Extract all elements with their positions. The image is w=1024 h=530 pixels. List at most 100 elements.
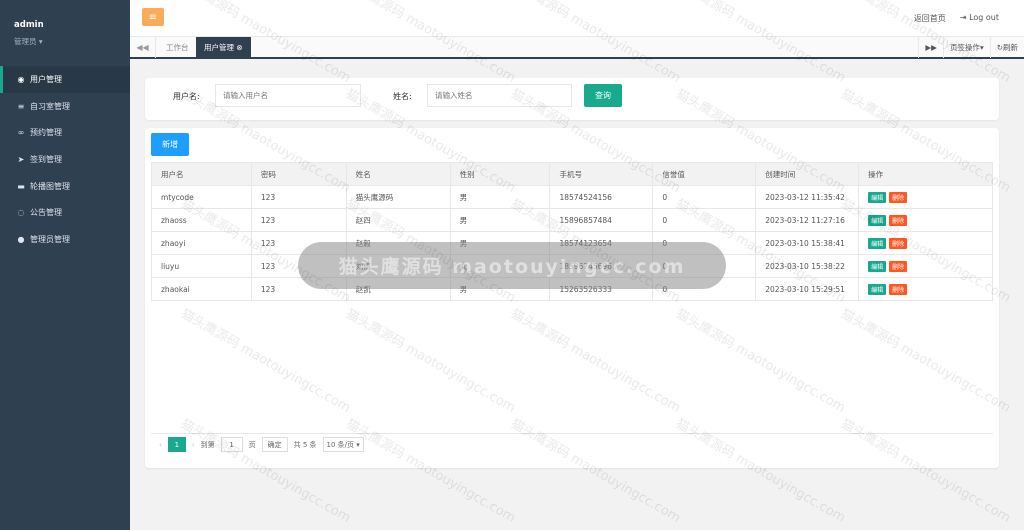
edit-button[interactable]: 编辑: [868, 260, 887, 272]
table-cell: 赵四: [345, 208, 451, 232]
sidebar-item-5[interactable]: ◌ 公告管理: [0, 199, 130, 226]
table-cell: 2023-03-12 11:27:16: [755, 208, 860, 232]
page-size-select[interactable]: 10 条/页 ▾: [322, 437, 364, 452]
tab-workbench[interactable]: 工作台: [158, 37, 197, 58]
table-row: mtycode 123 猫头鹰源码男 18574524156 0 2023-03-12 1…: [151, 185, 993, 209]
table-cell: zhaoss: [151, 208, 252, 232]
user-role-dropdown[interactable]: 管理员 ▾: [14, 36, 116, 47]
page-size-label: 10 条/页: [326, 440, 355, 449]
delete-button[interactable]: 删除: [889, 214, 908, 226]
edit-button[interactable]: 编辑: [868, 237, 887, 249]
delete-button[interactable]: 删除: [889, 283, 908, 295]
search-card: 用户名: 姓名: 查询: [145, 78, 999, 120]
column-header: 操作: [858, 162, 993, 186]
user-name: admin: [14, 20, 44, 30]
pagination: ‹ 1 › 到第 1 页 确定 共 5 条 10 条/页 ▾: [159, 437, 364, 452]
logout-label: Log out: [969, 13, 999, 22]
close-tab-icon[interactable]: ⊗: [236, 43, 242, 52]
column-header: 信誉值: [652, 162, 757, 186]
table-cell: zhaoyi: [151, 231, 252, 255]
goto-confirm-button[interactable]: 确定: [261, 437, 288, 452]
watermark-banner: 猫头鹰源码 maotouyingcc.com: [298, 242, 726, 289]
menu-toggle-button[interactable]: ≡: [142, 8, 164, 26]
sidebar-item-0[interactable]: ◉ 用户管理: [0, 66, 130, 93]
total-count: 共 5 条: [293, 440, 317, 449]
refresh-button[interactable]: ↻ 刷新: [989, 37, 1024, 58]
edit-button[interactable]: 编辑: [868, 214, 887, 226]
table-cell: mtycode: [151, 185, 252, 209]
delete-button[interactable]: 删除: [889, 191, 908, 203]
sidebar-item-3[interactable]: ➤ 签到管理: [0, 146, 130, 173]
table-cell: 2023-03-10 15:38:41: [755, 231, 860, 255]
table-row: zhaoss 123 赵四男 15896857484 0 2023-03-12 11:27…: [151, 208, 993, 232]
column-header: 手机号: [549, 162, 654, 186]
sidebar-item-label: 用户管理: [30, 74, 62, 84]
double-right-arrow-icon: ▶▶: [925, 43, 937, 52]
sidebar-item-1[interactable]: ≡ 自习室管理: [0, 93, 130, 120]
add-button[interactable]: 新增: [151, 133, 189, 156]
send-icon: ➤: [17, 154, 25, 164]
tab-workbench-label: 工作台: [166, 43, 189, 52]
name-search-input[interactable]: [427, 84, 572, 107]
user-circle-icon: ◉: [17, 74, 25, 84]
comment-icon: ◌: [17, 208, 25, 218]
column-header: 用户名: [151, 162, 252, 186]
page-tabs-bar: ◀◀ 工作台 用户管理 ⊗ ▶▶ 页签操作 ▾ ↻ 刷新: [130, 36, 1024, 59]
table-footer-divider: [151, 433, 993, 434]
sidebar-item-label: 签到管理: [30, 154, 62, 164]
delete-button[interactable]: 删除: [889, 260, 908, 272]
prev-page-icon[interactable]: ‹: [159, 441, 162, 449]
table-cell: 猫头鹰源码: [345, 185, 451, 209]
row-actions: 编辑 删除: [858, 185, 993, 209]
card-icon: ▬: [17, 181, 25, 191]
logout-link[interactable]: ⇥ Log out: [960, 13, 999, 24]
page-button-current[interactable]: 1: [167, 437, 186, 452]
username-label: 用户名:: [173, 92, 200, 101]
tab-user-management[interactable]: 用户管理 ⊗: [196, 37, 251, 58]
double-left-arrow-icon: ◀◀: [136, 43, 149, 52]
tab-ops-label: 页签操作: [949, 43, 980, 52]
row-actions: 编辑 删除: [858, 231, 993, 255]
sidebar-menu: ◉ 用户管理 ≡ 自习室管理 ∞ 预约管理 ➤ 签到管理 ▬ 轮播图管理 ◌ 公告管理 ● 管理员管理: [0, 66, 130, 253]
table-cell: 男: [449, 208, 551, 232]
home-link[interactable]: 返回首页: [914, 13, 946, 24]
query-button[interactable]: 查询: [584, 84, 622, 107]
edit-button[interactable]: 编辑: [868, 283, 887, 295]
table-cell: 0: [652, 185, 757, 209]
table-cell: 18574524156: [549, 185, 654, 209]
goto-label: 到第: [200, 440, 215, 449]
row-actions: 编辑 删除: [858, 277, 993, 301]
tabs-scroll-right-button[interactable]: ▶▶: [918, 37, 943, 58]
delete-button[interactable]: 删除: [889, 237, 908, 249]
table-cell: 15896857484: [549, 208, 654, 232]
table-cell: 男: [449, 185, 551, 209]
table-cell: 2023-03-10 15:29:51: [755, 277, 860, 301]
table-header-row: 用户名 密码 姓名 性别 手机号 信誉值 创建时间 操作: [151, 162, 993, 186]
row-actions: 编辑 删除: [858, 254, 993, 278]
sidebar-item-label: 轮播图管理: [30, 181, 70, 191]
sidebar-item-2[interactable]: ∞ 预约管理: [0, 119, 130, 146]
user-profile: admin 管理员 ▾: [0, 0, 130, 64]
goto-page-input[interactable]: 1: [220, 437, 243, 452]
sidebar-item-label: 自习室管理: [30, 101, 70, 111]
edit-button[interactable]: 编辑: [868, 191, 887, 203]
hamburger-icon: ≡: [148, 11, 158, 23]
refresh-label: 刷新: [1003, 43, 1018, 52]
sidebar-item-label: 预约管理: [30, 128, 62, 138]
sidebar-item-4[interactable]: ▬ 轮播图管理: [0, 173, 130, 200]
sidebar: admin 管理员 ▾ ◉ 用户管理 ≡ 自习室管理 ∞ 预约管理 ➤ 签到管理 ▬ 轮播图管理 ◌…: [0, 0, 130, 530]
page-unit-label: 页: [248, 440, 256, 449]
top-navbar: ≡ 返回首页 ⇥ Log out: [130, 0, 1024, 36]
sidebar-item-label: 公告管理: [30, 208, 62, 218]
tabs-scroll-left-button[interactable]: ◀◀: [130, 37, 156, 58]
caret-down-icon: ▾: [38, 37, 43, 46]
list-icon: ≡: [17, 101, 25, 111]
username-search-input[interactable]: [215, 84, 361, 107]
next-page-icon[interactable]: ›: [192, 441, 195, 449]
sidebar-item-6[interactable]: ● 管理员管理: [0, 226, 130, 253]
table-card: 新增 用户名 密码 姓名 性别 手机号 信誉值 创建时间 操作 mtycode 123 猫头鹰源码…: [145, 128, 999, 468]
column-header: 创建时间: [755, 162, 860, 186]
table-cell: 2023-03-10 15:38:22: [755, 254, 860, 278]
name-label: 姓名:: [393, 92, 412, 101]
tab-ops-dropdown[interactable]: 页签操作 ▾: [942, 37, 990, 58]
